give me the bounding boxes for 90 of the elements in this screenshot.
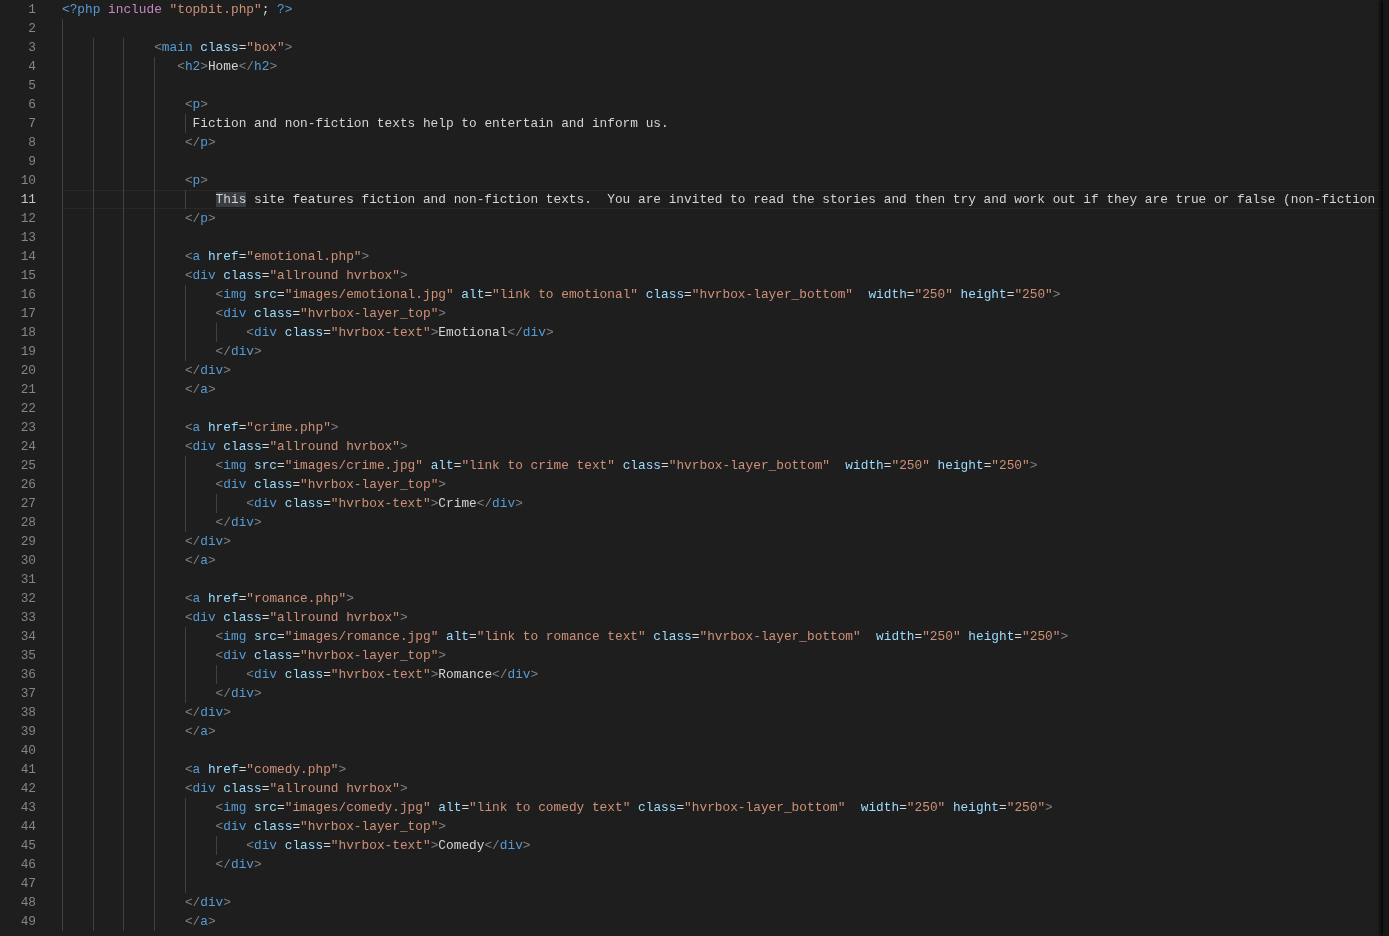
code-line: <div class="allround hvrbox"> xyxy=(184,610,408,625)
code-line: <div class="hvrbox-layer_top"> xyxy=(215,648,446,663)
code-line: <div class="allround hvrbox"> xyxy=(184,439,408,454)
line-number: 38 xyxy=(19,704,37,722)
line-number: 16 xyxy=(19,286,37,304)
code-line: </div> xyxy=(184,895,231,910)
code-line: </div> xyxy=(184,534,231,549)
code-line: This site features fiction and non-fiction texts. You are invited to read the stories and then try and work out if they are true or false (non-fiction xyxy=(215,192,1376,207)
code-line: <div class="hvrbox-layer_top"> xyxy=(215,306,446,321)
line-number: 29 xyxy=(19,533,37,551)
line-number: 39 xyxy=(19,723,37,741)
line-number: 9 xyxy=(27,153,37,171)
code-line: </a> xyxy=(184,382,216,397)
line-number: 7 xyxy=(27,115,37,133)
line-number: 36 xyxy=(19,666,37,684)
line-number: 46 xyxy=(19,856,37,874)
code-line: </div> xyxy=(215,344,262,359)
line-number: 19 xyxy=(19,343,37,361)
line-number: 40 xyxy=(19,742,37,760)
line-number: 4 xyxy=(27,58,37,76)
code-line: <div class="hvrbox-text">Comedy</div> xyxy=(246,838,531,853)
code-line: <a href="crime.php"> xyxy=(184,420,339,435)
line-number: 49 xyxy=(19,913,37,931)
code-line: <div class="hvrbox-layer_top"> xyxy=(215,477,446,492)
code-line: </p> xyxy=(184,135,216,150)
line-number: 3 xyxy=(27,39,37,57)
code-line: </div> xyxy=(215,515,262,530)
line-number: 35 xyxy=(19,647,37,665)
line-number: 43 xyxy=(19,799,37,817)
line-number: 24 xyxy=(19,438,37,456)
code-line: Fiction and non-fiction texts help to entertain and inform us. xyxy=(192,116,669,131)
code-line: <a href="romance.php"> xyxy=(184,591,354,606)
line-number: 25 xyxy=(19,457,37,475)
line-number: 30 xyxy=(19,552,37,570)
line-number: 22 xyxy=(19,400,37,418)
line-number: 1 xyxy=(27,1,37,19)
code-line: <?php include "topbit.php"; ?> xyxy=(62,2,293,17)
code-line: <img src="images/romance.jpg" alt="link to romance text" class="hvrbox-layer_bottom" width="250" height="250"> xyxy=(215,629,1069,644)
line-number: 2 xyxy=(27,20,37,38)
code-line: <div class="hvrbox-text">Crime</div> xyxy=(246,496,523,511)
line-number: 10 xyxy=(19,172,37,190)
code-line: <img src="images/comedy.jpg" alt="link to comedy text" class="hvrbox-layer_bottom" width="250" height="250"> xyxy=(215,800,1053,815)
code-line: <a href="comedy.php"> xyxy=(184,762,347,777)
line-number: 23 xyxy=(19,419,37,437)
line-number: 47 xyxy=(19,875,37,893)
line-number: 32 xyxy=(19,590,37,608)
code-line: <div class="allround hvrbox"> xyxy=(184,781,408,796)
line-number: 41 xyxy=(19,761,37,779)
line-number: 26 xyxy=(19,476,37,494)
line-number: 21 xyxy=(19,381,37,399)
line-number: 20 xyxy=(19,362,37,380)
code-line: <img src="images/crime.jpg" alt="link to crime text" class="hvrbox-layer_bottom" width="250" height="250"> xyxy=(215,458,1038,473)
line-number: 28 xyxy=(19,514,37,532)
code-line: </a> xyxy=(184,553,216,568)
code-line: <div class="hvrbox-layer_top"> xyxy=(215,819,446,834)
code-line: </a> xyxy=(184,724,216,739)
line-number: 45 xyxy=(19,837,37,855)
code-line: </div> xyxy=(184,705,231,720)
code-line: </div> xyxy=(215,857,262,872)
code-line: <main class="box"> xyxy=(154,40,293,55)
line-number: 15 xyxy=(19,267,37,285)
code-line: <a href="emotional.php"> xyxy=(184,249,370,264)
line-number: 42 xyxy=(19,780,37,798)
code-line: <h2>Home</h2> xyxy=(177,59,278,74)
code-line: </a> xyxy=(184,914,216,929)
line-number: 6 xyxy=(27,96,37,114)
code-line: </div> xyxy=(215,686,262,701)
line-number: 17 xyxy=(19,305,37,323)
line-number: 5 xyxy=(27,77,37,95)
line-number: 34 xyxy=(19,628,37,646)
line-number: 48 xyxy=(19,894,37,912)
code-line: <div class="hvrbox-text">Emotional</div> xyxy=(246,325,554,340)
line-number: 12 xyxy=(19,210,37,228)
line-number: 31 xyxy=(19,571,37,589)
line-number: 13 xyxy=(19,229,37,247)
code-line: </p> xyxy=(184,211,216,226)
code-line: <p> xyxy=(184,173,208,188)
code-line: <div class="hvrbox-text">Romance</div> xyxy=(246,667,539,682)
line-number: 14 xyxy=(19,248,37,266)
line-number: 44 xyxy=(19,818,37,836)
code-line: <p> xyxy=(184,97,208,112)
line-number: 18 xyxy=(19,324,37,342)
line-number: 27 xyxy=(19,495,37,513)
line-number: 37 xyxy=(19,685,37,703)
code-line: <div class="allround hvrbox"> xyxy=(184,268,408,283)
line-number: 11 xyxy=(19,191,37,209)
line-number: 33 xyxy=(19,609,37,627)
line-number: 8 xyxy=(27,134,37,152)
code-line: <img src="images/emotional.jpg" alt="link to emotional" class="hvrbox-layer_bottom" width="250" height="250"> xyxy=(215,287,1061,302)
code-line: </div> xyxy=(184,363,231,378)
